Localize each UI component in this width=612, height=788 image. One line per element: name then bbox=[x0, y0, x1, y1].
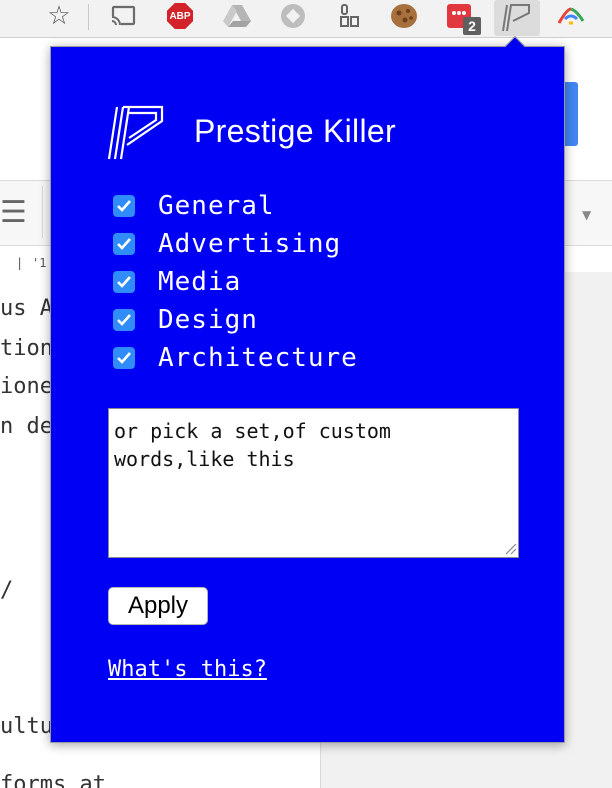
checkbox[interactable] bbox=[113, 271, 135, 293]
popup-pointer bbox=[505, 36, 525, 56]
star-icon[interactable]: ☆ bbox=[44, 2, 74, 30]
category-label: General bbox=[158, 191, 275, 221]
menu-icon[interactable]: ☰ bbox=[0, 198, 27, 228]
extension-icon[interactable] bbox=[278, 2, 308, 30]
category-list: General Advertising Media Design Archite… bbox=[113, 187, 358, 377]
checkbox[interactable] bbox=[113, 347, 135, 369]
cast-icon[interactable] bbox=[108, 2, 138, 30]
checkbox[interactable] bbox=[113, 233, 135, 255]
category-advertising[interactable]: Advertising bbox=[113, 225, 358, 263]
prestige-killer-logo-icon bbox=[107, 103, 165, 161]
doc-text-line: us A bbox=[0, 296, 53, 321]
ruler-mark: | bbox=[16, 256, 24, 270]
doc-text-line: tion bbox=[0, 336, 53, 361]
adblock-plus-icon[interactable]: ABP bbox=[165, 2, 195, 30]
whats-this-link[interactable]: What's this? bbox=[108, 657, 267, 682]
google-drive-icon[interactable] bbox=[222, 2, 252, 30]
apply-button[interactable]: Apply bbox=[108, 587, 208, 625]
doc-text-line: n de bbox=[0, 414, 53, 439]
toolbar-divider bbox=[42, 186, 43, 238]
people-icon[interactable] bbox=[334, 2, 364, 30]
doc-text-line: forms at bbox=[0, 772, 106, 788]
resize-grip-icon[interactable] bbox=[503, 541, 517, 555]
checkmark-icon bbox=[117, 200, 131, 212]
doc-text-line: / bbox=[0, 578, 14, 603]
chevron-down-icon[interactable]: ▼ bbox=[582, 208, 591, 222]
adblock-plus-label: ABP bbox=[167, 3, 193, 29]
cookie-icon[interactable] bbox=[389, 2, 419, 30]
popup-title: Prestige Killer bbox=[194, 113, 396, 149]
checkmark-icon bbox=[117, 276, 131, 288]
browser-toolbar: ☆ ABP 2 bbox=[0, 0, 612, 38]
notification-badge: 2 bbox=[463, 17, 481, 35]
prestige-killer-popup: Prestige Killer General Advertising Medi… bbox=[50, 36, 565, 743]
toolbar-separator bbox=[88, 4, 89, 30]
category-design[interactable]: Design bbox=[113, 301, 358, 339]
checkmark-icon bbox=[117, 238, 131, 250]
pinwheel-icon[interactable] bbox=[556, 2, 586, 30]
category-general[interactable]: General bbox=[113, 187, 358, 225]
doc-text-line: ultu bbox=[0, 714, 53, 739]
category-media[interactable]: Media bbox=[113, 263, 358, 301]
custom-words-textarea[interactable]: or pick a set,of custom words,like this bbox=[108, 408, 519, 558]
prestige-killer-extension-icon[interactable] bbox=[494, 0, 540, 36]
category-label: Advertising bbox=[158, 229, 342, 259]
checkmark-icon bbox=[117, 352, 131, 364]
category-label: Media bbox=[158, 267, 242, 297]
checkbox[interactable] bbox=[113, 195, 135, 217]
category-label: Architecture bbox=[158, 343, 358, 373]
checkmark-icon bbox=[117, 314, 131, 326]
doc-text-line: ione bbox=[0, 374, 53, 399]
category-label: Design bbox=[158, 305, 258, 335]
checkbox[interactable] bbox=[113, 309, 135, 331]
category-architecture[interactable]: Architecture bbox=[113, 339, 358, 377]
ruler-mark: '1 bbox=[32, 256, 47, 270]
